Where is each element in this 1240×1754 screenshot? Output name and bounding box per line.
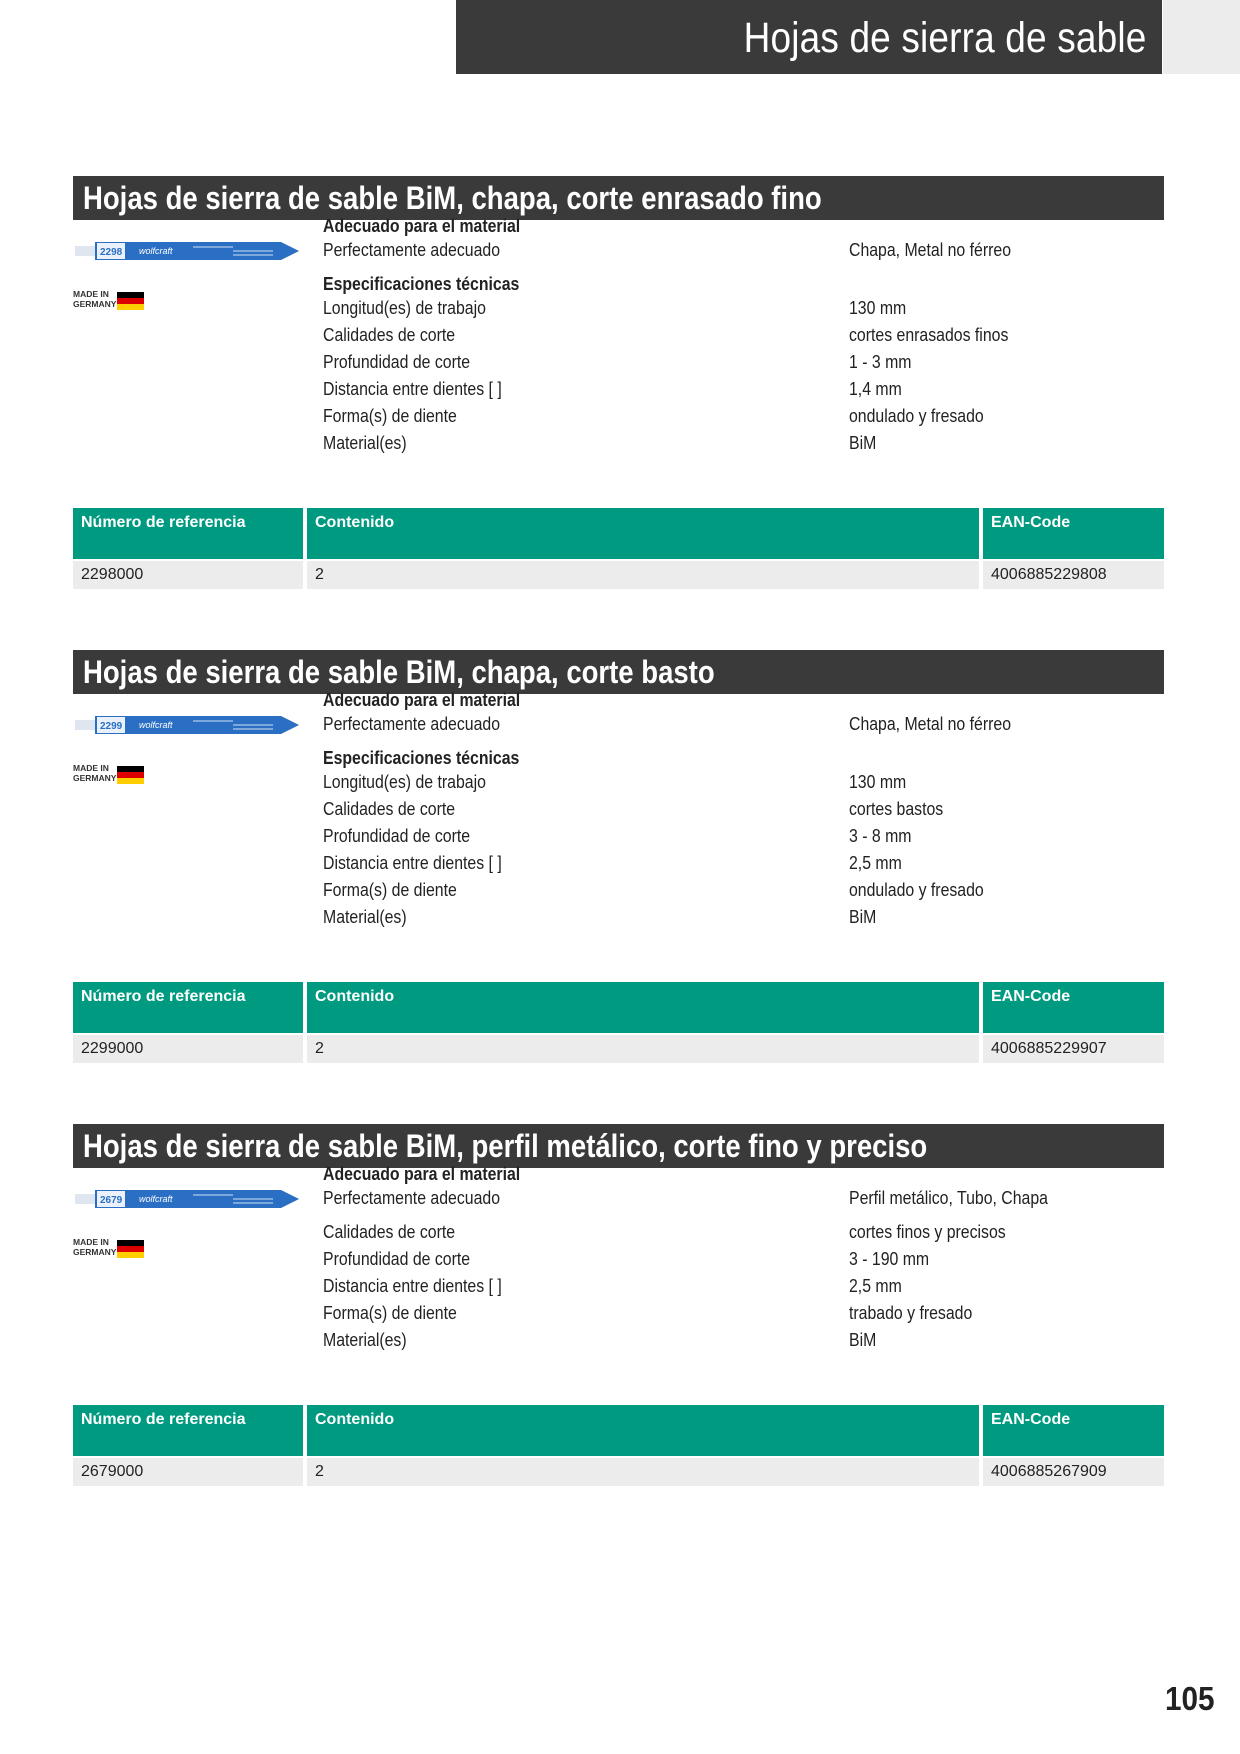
made-in-germany-badge: MADE IN GERMANY [73, 289, 145, 312]
spec-value: cortes finos y precisos [849, 1222, 1006, 1242]
saw-blade-image: 2299 wolfcraft [75, 716, 299, 734]
page-header-tab [1163, 0, 1240, 74]
spec-value: Perfil metálico, Tubo, Chapa [849, 1188, 1048, 1208]
spec-value: BiM [849, 433, 877, 453]
tech-heading: Especificaciones técnicas [323, 274, 520, 294]
blade-brand: wolfcraft [139, 246, 173, 256]
blade-code: 2298 [100, 247, 123, 258]
spec-value: ondulado y fresado [849, 406, 984, 426]
spec-label: Calidades de corte [323, 1222, 456, 1242]
spec-label: Forma(s) de diente [323, 1303, 457, 1323]
cell-ean: 4006885229907 [983, 1035, 1164, 1063]
table-row: 2679000 2 4006885267909 [73, 1458, 1164, 1486]
cell-ean: 4006885229808 [983, 561, 1164, 589]
made-in-germany-badge: MADE IN GERMANY [73, 763, 145, 786]
section-title: Hojas de sierra de sable BiM, perfil met… [83, 1128, 928, 1164]
spec-label: Profundidad de corte [323, 826, 471, 846]
table-header: Número de referencia Contenido EAN-Code [73, 508, 1164, 559]
spec-label: Forma(s) de diente [323, 880, 457, 900]
section-title-bar: Hojas de sierra de sable BiM, perfil met… [73, 1124, 1164, 1168]
col-content-header: Contenido [307, 1405, 979, 1456]
table-row: 2299000 2 4006885229907 [73, 1035, 1164, 1063]
made-in-germany-badge: MADE IN GERMANY [73, 1237, 145, 1260]
german-flag-icon [117, 766, 144, 784]
spec-value: BiM [849, 907, 877, 927]
col-ref-header: Número de referencia [73, 508, 303, 559]
spec-value: 3 - 190 mm [849, 1249, 930, 1269]
blade-code: 2299 [100, 721, 123, 732]
spec-label: Material(es) [323, 1330, 407, 1350]
spec-label: Forma(s) de diente [323, 406, 457, 426]
tech-heading: Especificaciones técnicas [323, 748, 520, 768]
suitable-heading: Adecuado para el material [323, 690, 521, 710]
spec-label: Distancia entre dientes [ ] [323, 853, 502, 873]
spec-value: 130 mm [849, 772, 907, 792]
col-ean-header: EAN-Code [983, 508, 1164, 559]
spec-value: 2,5 mm [849, 853, 902, 873]
cell-content: 2 [307, 1458, 979, 1486]
spec-label: Perfectamente adecuado [323, 1188, 501, 1208]
spec-value: 130 mm [849, 298, 907, 318]
col-ref-header: Número de referencia [73, 982, 303, 1033]
cell-ean: 4006885267909 [983, 1458, 1164, 1486]
saw-blade-image: 2298 wolfcraft [75, 242, 299, 260]
spec-value: cortes bastos [849, 799, 944, 819]
spec-value: 1 - 3 mm [849, 352, 912, 372]
spec-label: Perfectamente adecuado [323, 240, 501, 260]
spec-label: Profundidad de corte [323, 1249, 471, 1269]
cell-ref: 2298000 [73, 561, 303, 589]
section-title: Hojas de sierra de sable BiM, chapa, cor… [83, 654, 715, 690]
col-content-header: Contenido [307, 508, 979, 559]
saw-blade-image: 2679 wolfcraft [75, 1190, 299, 1208]
spec-value: BiM [849, 1330, 877, 1350]
spec-value: trabado y fresado [849, 1303, 973, 1323]
spec-label: Perfectamente adecuado [323, 714, 501, 734]
suitable-heading: Adecuado para el material [323, 216, 521, 236]
col-ean-header: EAN-Code [983, 1405, 1164, 1456]
spec-label: Material(es) [323, 433, 407, 453]
spec-value: 2,5 mm [849, 1276, 902, 1296]
blade-code: 2679 [100, 1195, 123, 1206]
cell-ref: 2299000 [73, 1035, 303, 1063]
german-flag-icon [117, 1240, 144, 1258]
col-ean-header: EAN-Code [983, 982, 1164, 1033]
page-title: Hojas de sierra de sable [743, 14, 1146, 62]
page-number: 105 [1165, 1680, 1215, 1717]
spec-value: cortes enrasados finos [849, 325, 1009, 345]
spec-value: ondulado y fresado [849, 880, 984, 900]
section-title: Hojas de sierra de sable BiM, chapa, cor… [83, 180, 822, 216]
page-header: Hojas de sierra de sable [456, 0, 1162, 74]
blade-brand: wolfcraft [139, 720, 173, 730]
section-title-bar: Hojas de sierra de sable BiM, chapa, cor… [73, 176, 1164, 220]
spec-label: Distancia entre dientes [ ] [323, 379, 502, 399]
spec-value: 1,4 mm [849, 379, 902, 399]
cell-content: 2 [307, 561, 979, 589]
table-header: Número de referencia Contenido EAN-Code [73, 1405, 1164, 1456]
cell-content: 2 [307, 1035, 979, 1063]
spec-value: Chapa, Metal no férreo [849, 714, 1012, 734]
cell-ref: 2679000 [73, 1458, 303, 1486]
col-ref-header: Número de referencia [73, 1405, 303, 1456]
section-title-bar: Hojas de sierra de sable BiM, chapa, cor… [73, 650, 1164, 694]
table-header: Número de referencia Contenido EAN-Code [73, 982, 1164, 1033]
spec-value: 3 - 8 mm [849, 826, 912, 846]
blade-brand: wolfcraft [139, 1194, 173, 1204]
spec-label: Material(es) [323, 907, 407, 927]
spec-label: Longitud(es) de trabajo [323, 772, 486, 792]
spec-label: Calidades de corte [323, 799, 456, 819]
product-section-2: Hojas de sierra de sable BiM, chapa, cor… [73, 650, 1164, 1063]
product-section-3: Hojas de sierra de sable BiM, perfil met… [73, 1124, 1164, 1534]
suitable-heading: Adecuado para el material [323, 1164, 521, 1184]
col-content-header: Contenido [307, 982, 979, 1033]
spec-label: Calidades de corte [323, 325, 456, 345]
spec-label: Distancia entre dientes [ ] [323, 1276, 502, 1296]
product-section-1: Hojas de sierra de sable BiM, chapa, cor… [73, 176, 1164, 589]
spec-label: Profundidad de corte [323, 352, 471, 372]
spec-label: Longitud(es) de trabajo [323, 298, 486, 318]
spec-value: Chapa, Metal no férreo [849, 240, 1012, 260]
german-flag-icon [117, 292, 144, 310]
table-row: 2298000 2 4006885229808 [73, 561, 1164, 589]
